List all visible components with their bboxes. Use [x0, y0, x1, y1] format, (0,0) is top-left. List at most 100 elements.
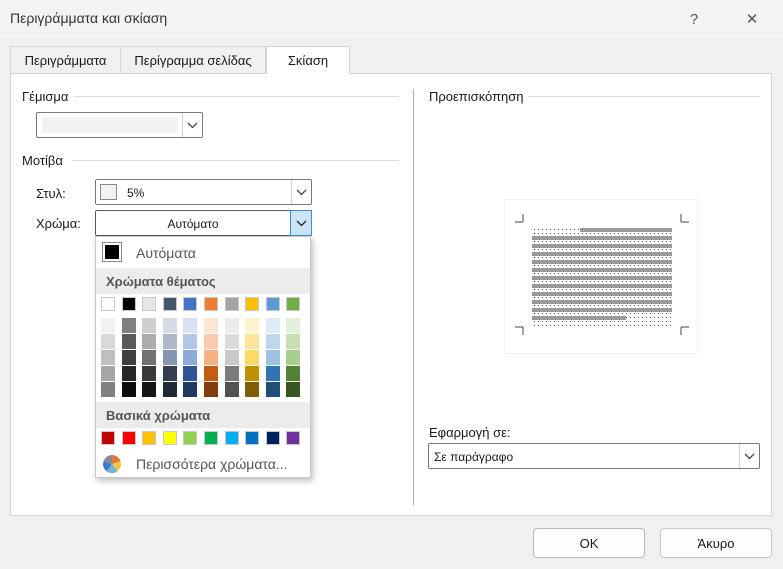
theme-shade-swatch[interactable]	[183, 318, 198, 333]
chevron-down-icon[interactable]	[291, 180, 311, 204]
standard-color-swatch[interactable]	[101, 431, 115, 445]
theme-shade-swatch[interactable]	[286, 382, 301, 397]
apply-to-dropdown[interactable]: Σε παράγραφο	[428, 443, 760, 469]
standard-color-swatch[interactable]	[142, 431, 157, 445]
theme-shade-swatch[interactable]	[162, 382, 177, 397]
standard-color-swatch[interactable]	[224, 431, 239, 445]
theme-color-swatch[interactable]	[245, 297, 260, 311]
standard-color-swatch[interactable]	[286, 431, 301, 445]
color-wheel-icon	[102, 454, 122, 474]
theme-shade-swatch[interactable]	[101, 334, 115, 349]
theme-shade-swatch[interactable]	[121, 382, 136, 397]
ok-button[interactable]: OK	[533, 528, 645, 558]
preview-heading: Προεπισκόπηση	[429, 89, 524, 104]
theme-shade-swatch[interactable]	[204, 382, 218, 397]
theme-shade-swatch[interactable]	[224, 318, 239, 333]
theme-shade-swatch[interactable]	[162, 350, 177, 365]
theme-shade-swatch[interactable]	[121, 350, 136, 365]
help-button[interactable]: ?	[679, 7, 709, 31]
standard-color-swatch[interactable]	[204, 431, 218, 445]
standard-color-swatch[interactable]	[265, 431, 280, 445]
theme-shade-swatch[interactable]	[245, 382, 260, 397]
chevron-down-icon[interactable]	[739, 444, 759, 468]
theme-shade-swatch[interactable]	[224, 382, 239, 397]
theme-shade-swatch[interactable]	[142, 318, 157, 333]
theme-shade-swatch[interactable]	[101, 382, 115, 397]
tab-borders[interactable]: Περιγράμματα	[10, 46, 121, 73]
theme-color-swatch[interactable]	[224, 297, 239, 311]
theme-shade-swatch[interactable]	[265, 382, 280, 397]
theme-shade-swatch[interactable]	[121, 334, 136, 349]
standard-color-swatch[interactable]	[245, 431, 260, 445]
style-value: 5%	[127, 186, 145, 200]
theme-shade-swatch[interactable]	[142, 366, 157, 381]
standard-color-swatch[interactable]	[162, 431, 177, 445]
theme-shade-swatch[interactable]	[286, 318, 301, 333]
theme-shade-swatch[interactable]	[162, 334, 177, 349]
theme-shade-swatch[interactable]	[286, 366, 301, 381]
column-divider	[413, 89, 414, 505]
theme-shade-swatch[interactable]	[245, 318, 260, 333]
theme-shade-swatch[interactable]	[183, 350, 198, 365]
theme-shade-swatch[interactable]	[245, 366, 260, 381]
theme-shade-swatch[interactable]	[286, 334, 301, 349]
theme-shade-swatch[interactable]	[265, 350, 280, 365]
theme-shade-swatch[interactable]	[245, 350, 260, 365]
theme-shade-swatch[interactable]	[121, 318, 136, 333]
theme-shade-swatch[interactable]	[204, 366, 218, 381]
theme-color-swatch[interactable]	[183, 297, 198, 311]
color-value: Αυτόματο	[167, 217, 219, 231]
theme-color-swatch[interactable]	[265, 297, 280, 311]
theme-shade-swatch[interactable]	[204, 350, 218, 365]
automatic-color-option[interactable]: Αυτόματα	[96, 237, 310, 267]
patterns-divider	[72, 160, 399, 161]
close-button[interactable]: ✕	[737, 7, 767, 31]
theme-shade-swatch[interactable]	[183, 366, 198, 381]
more-colors-option[interactable]: Περισσότερα χρώματα...	[96, 450, 310, 478]
theme-shade-swatch[interactable]	[142, 382, 157, 397]
theme-shade-swatch[interactable]	[245, 334, 260, 349]
style-dropdown[interactable]: 5%	[95, 179, 312, 205]
theme-color-swatch[interactable]	[162, 297, 177, 311]
theme-color-swatch[interactable]	[204, 297, 218, 311]
theme-shade-swatch[interactable]	[121, 366, 136, 381]
chevron-down-icon[interactable]	[290, 210, 312, 236]
theme-shade-swatch[interactable]	[224, 366, 239, 381]
standard-color-swatch[interactable]	[121, 431, 136, 445]
theme-shade-swatch[interactable]	[183, 334, 198, 349]
theme-shade-swatch[interactable]	[101, 350, 115, 365]
theme-shade-swatch[interactable]	[224, 334, 239, 349]
patterns-heading: Μοτίβα	[22, 153, 63, 168]
theme-shade-swatch[interactable]	[204, 334, 218, 349]
fill-color-dropdown[interactable]	[36, 112, 203, 138]
theme-shade-swatch[interactable]	[162, 318, 177, 333]
fill-divider	[74, 96, 399, 97]
color-dropdown[interactable]: Αυτόματο	[95, 210, 312, 236]
color-picker-menu: Αυτόματα Χρώματα θέματος Βασικά χρώματα …	[95, 236, 311, 478]
theme-shade-swatch[interactable]	[265, 334, 280, 349]
standard-color-swatch[interactable]	[183, 431, 198, 445]
preview-area	[504, 199, 698, 354]
tab-shading[interactable]: Σκίαση	[266, 46, 350, 74]
theme-color-swatch[interactable]	[142, 297, 157, 311]
tab-page-border[interactable]: Περίγραμμα σελίδας	[120, 46, 266, 73]
theme-shade-swatch[interactable]	[265, 366, 280, 381]
theme-shade-swatch[interactable]	[183, 382, 198, 397]
theme-shade-swatch[interactable]	[224, 350, 239, 365]
theme-shade-swatch[interactable]	[265, 318, 280, 333]
theme-colors-heading: Χρώματα θέματος	[96, 268, 310, 294]
theme-shade-swatch[interactable]	[142, 334, 157, 349]
pattern-preview-swatch	[100, 184, 117, 200]
theme-shade-swatch[interactable]	[204, 318, 218, 333]
theme-color-swatch[interactable]	[121, 297, 136, 311]
theme-color-swatch[interactable]	[101, 297, 115, 311]
theme-shade-swatch[interactable]	[162, 366, 177, 381]
theme-shade-swatch[interactable]	[286, 350, 301, 365]
theme-shade-swatch[interactable]	[101, 318, 115, 333]
cancel-button[interactable]: Άκυρο	[660, 528, 772, 558]
automatic-swatch-frame	[102, 242, 122, 262]
theme-shade-swatch[interactable]	[101, 366, 115, 381]
chevron-down-icon[interactable]	[182, 113, 202, 137]
theme-shade-swatch[interactable]	[142, 350, 157, 365]
theme-color-swatch[interactable]	[286, 297, 301, 311]
